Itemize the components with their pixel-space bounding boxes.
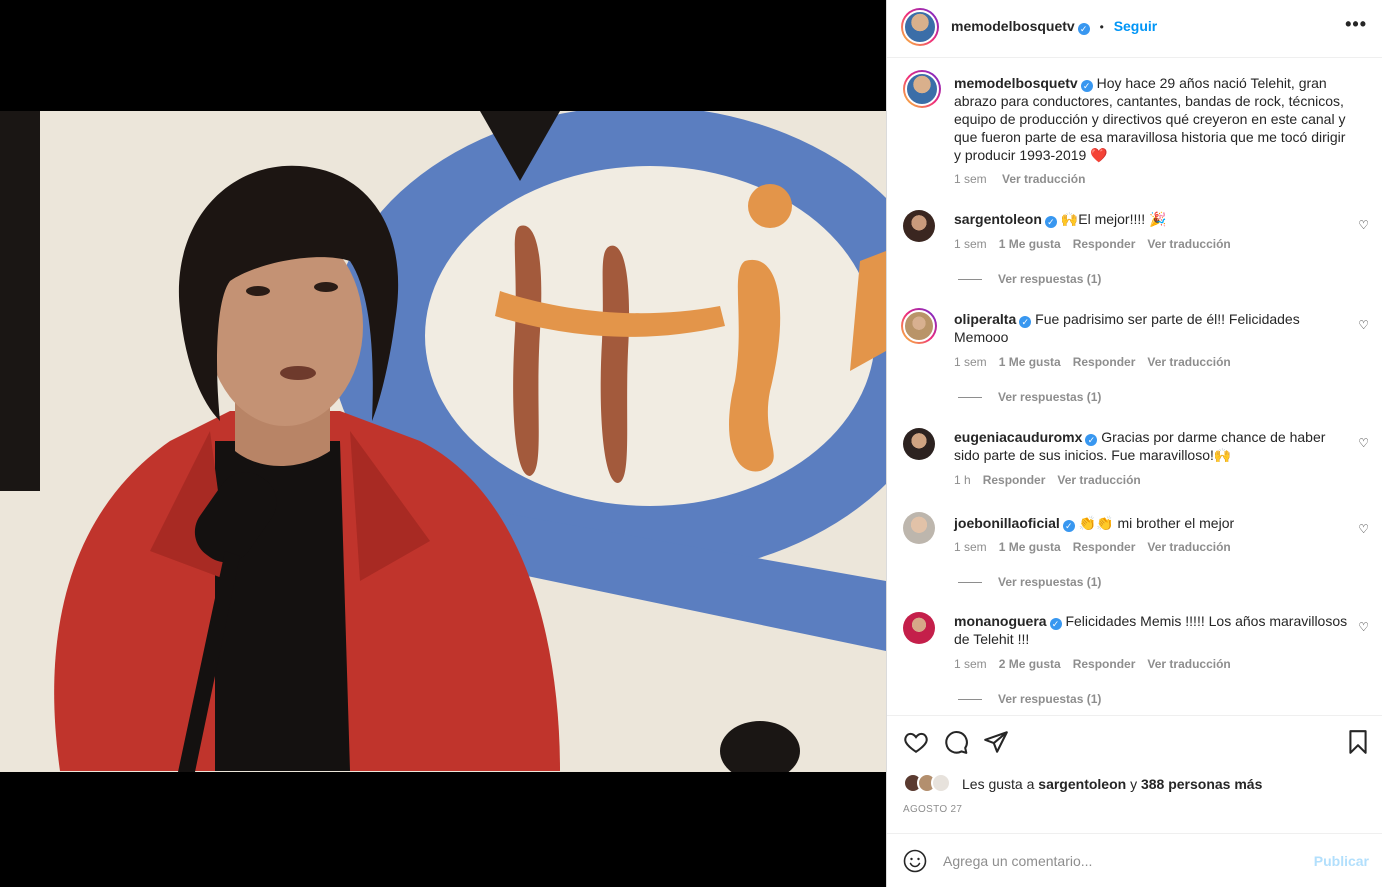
post-sidebar: memodelbosquetv ✓ • Seguir ••• memodelbos… <box>886 0 1382 887</box>
post-media[interactable] <box>0 0 886 887</box>
translate-link[interactable]: Ver traducción <box>1147 355 1230 369</box>
comment-input[interactable]: Agrega un comentario... <box>943 853 1092 869</box>
comment-time: 1 sem <box>954 237 987 251</box>
likes-others[interactable]: 388 personas más <box>1141 776 1262 792</box>
verified-badge-icon: ✓ <box>1080 80 1093 92</box>
comment-username[interactable]: joebonillaoficial <box>954 515 1060 531</box>
translate-link[interactable]: Ver traducción <box>1147 237 1230 251</box>
verified-badge-icon: ✓ <box>1019 316 1032 328</box>
caption-username[interactable]: memodelbosquetv <box>954 75 1078 91</box>
verified-badge-icon: ✓ <box>1062 520 1075 532</box>
comment-item: joebonillaoficial ✓ 👏👏 mi brother el mejo… <box>903 510 1373 590</box>
reply-button[interactable]: Responder <box>1073 355 1136 369</box>
separator-dot: • <box>1099 20 1104 34</box>
comment-like-icon[interactable]: ♡ <box>1358 218 1369 232</box>
comment-avatar[interactable] <box>903 428 935 460</box>
caption-translate-link[interactable]: Ver traducción <box>1002 172 1085 186</box>
share-icon[interactable] <box>983 729 1009 755</box>
likes-joiner: y <box>1130 776 1138 792</box>
comment-username[interactable]: monanoguera <box>954 613 1047 629</box>
view-replies-button[interactable]: Ver respuestas (1) <box>958 692 1101 706</box>
comment-username[interactable]: eugeniacauduromx <box>954 429 1082 445</box>
translate-link[interactable]: Ver traducción <box>1057 473 1140 487</box>
view-replies-button[interactable]: Ver respuestas (1) <box>958 390 1101 404</box>
comment-username[interactable]: sargentoleon <box>954 211 1042 227</box>
translate-link[interactable]: Ver traducción <box>1147 540 1230 554</box>
reply-button[interactable]: Responder <box>983 473 1046 487</box>
comment-time: 1 sem <box>954 540 987 554</box>
comment-likes[interactable]: 1 Me gusta <box>999 540 1061 554</box>
translate-link[interactable]: Ver traducción <box>1147 657 1230 671</box>
liker-avatars <box>903 772 961 794</box>
comment-like-icon[interactable]: ♡ <box>1358 318 1369 332</box>
author-avatar[interactable] <box>901 8 939 46</box>
action-bar <box>887 717 1382 771</box>
comment-time: 1 sem <box>954 657 987 671</box>
author-username[interactable]: memodelbosquetv <box>951 18 1075 34</box>
comment-item: eugeniacauduromx ✓ Gracias por darme chan… <box>903 426 1373 496</box>
view-replies-button[interactable]: Ver respuestas (1) <box>958 575 1101 589</box>
verified-badge-icon: ✓ <box>1049 618 1062 630</box>
comment-time: 1 sem <box>954 355 987 369</box>
heart-icon[interactable] <box>903 729 929 755</box>
likes-summary[interactable]: Les gusta a sargentoleon y 388 personas … <box>903 772 1373 796</box>
comment-text: 🙌El mejor!!!! 🎉 <box>1060 211 1167 227</box>
reply-button[interactable]: Responder <box>1073 237 1136 251</box>
post-header: memodelbosquetv ✓ • Seguir ••• <box>887 0 1382 58</box>
comment-item: monanoguera ✓ Felicidades Memis !!!!! Los… <box>903 610 1373 710</box>
emoji-icon[interactable] <box>903 849 927 873</box>
likes-user[interactable]: sargentoleon <box>1038 776 1126 792</box>
caption-time: 1 sem <box>954 172 987 186</box>
comments-list[interactable]: memodelbosquetv ✓ Hoy hace 29 años nació … <box>887 58 1382 716</box>
post-photo <box>0 111 886 772</box>
comment-like-icon[interactable]: ♡ <box>1358 522 1369 536</box>
reply-button[interactable]: Responder <box>1073 657 1136 671</box>
comment-icon[interactable] <box>943 729 969 755</box>
comment-likes[interactable]: 2 Me gusta <box>999 657 1061 671</box>
comment-time: 1 h <box>954 473 971 487</box>
comment-likes[interactable]: 1 Me gusta <box>999 237 1061 251</box>
comment-text: 👏👏 mi brother el mejor <box>1078 515 1235 531</box>
comment-item: sargentoleon ✓ 🙌El mejor!!!! 🎉 ♡ 1 sem 1 M… <box>903 208 1373 288</box>
comment-username[interactable]: oliperalta <box>954 311 1016 327</box>
caption-avatar[interactable] <box>903 70 941 108</box>
comment-avatar[interactable] <box>903 612 935 644</box>
follow-button[interactable]: Seguir <box>1114 18 1158 34</box>
post-date: AGOSTO 27 <box>903 804 963 815</box>
comment-composer: Agrega un comentario... Publicar <box>887 833 1382 887</box>
reply-button[interactable]: Responder <box>1073 540 1136 554</box>
caption: memodelbosquetv ✓ Hoy hace 29 años nació … <box>903 70 1373 190</box>
comment-avatar[interactable] <box>903 210 935 242</box>
comment-like-icon[interactable]: ♡ <box>1358 436 1369 450</box>
bookmark-icon[interactable] <box>1345 729 1371 755</box>
view-replies-button[interactable]: Ver respuestas (1) <box>958 272 1101 286</box>
publish-button[interactable]: Publicar <box>1314 853 1369 869</box>
verified-badge-icon: ✓ <box>1085 434 1098 446</box>
comment-likes[interactable]: 1 Me gusta <box>999 355 1061 369</box>
comment-item: oliperalta ✓ Fue padrisimo ser parte de é… <box>901 308 1373 408</box>
comment-avatar[interactable] <box>903 512 935 544</box>
verified-badge-icon: ✓ <box>1077 23 1090 35</box>
comment-like-icon[interactable]: ♡ <box>1358 620 1369 634</box>
comment-avatar[interactable] <box>901 308 937 344</box>
more-options-icon[interactable]: ••• <box>1345 14 1367 35</box>
likes-prefix: Les gusta a <box>962 776 1035 792</box>
verified-badge-icon: ✓ <box>1044 216 1057 228</box>
